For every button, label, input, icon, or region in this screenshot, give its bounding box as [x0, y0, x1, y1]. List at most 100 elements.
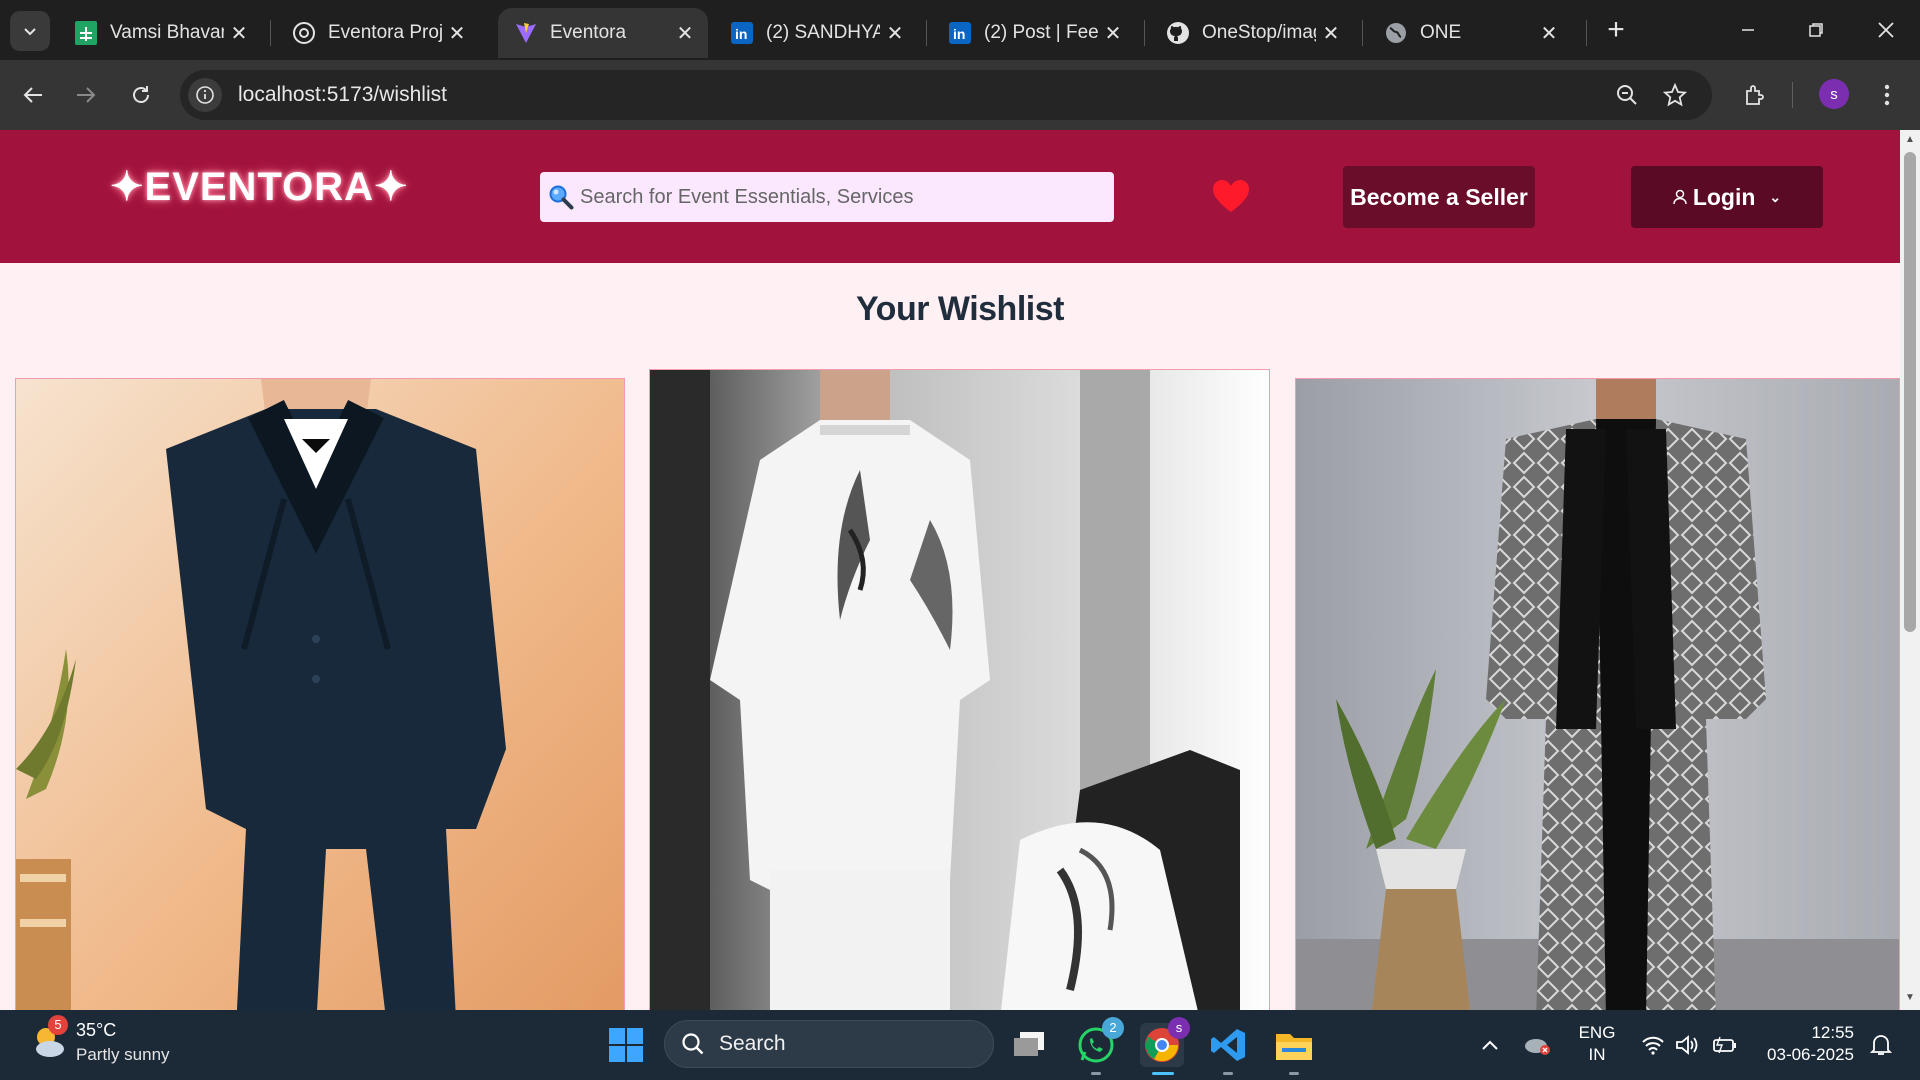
tab-post-feed[interactable]: in (2) Post | Feed ✕ — [932, 8, 1136, 58]
login-label: Login — [1692, 183, 1756, 210]
close-icon[interactable]: ✕ — [1534, 21, 1564, 46]
toolbar-divider — [1792, 82, 1793, 108]
forward-button[interactable] — [66, 75, 106, 115]
show-hidden-icons-button[interactable] — [1475, 1030, 1505, 1060]
product-image-jacket[interactable] — [1296, 379, 1900, 1010]
chevron-up-icon — [1482, 1040, 1498, 1050]
tab-strip: Vamsi Bhavani ✕ Eventora Project ✕ Event… — [0, 0, 1920, 60]
arrow-left-icon — [23, 87, 42, 103]
chevron-down-icon — [24, 28, 36, 36]
taskbar-search[interactable]: Search — [664, 1020, 994, 1068]
product-image-tuxedo[interactable] — [16, 379, 625, 1010]
site-header: ✦EVENTORA✦ Become a Seller Login ⌄ — [0, 130, 1900, 263]
wishlist-card[interactable] — [1295, 378, 1900, 1010]
weather-icon: 5 — [28, 1014, 72, 1065]
tab-search-button[interactable] — [10, 11, 50, 51]
close-window-button[interactable] — [1866, 10, 1906, 50]
chevron-down-icon: ⌄ — [1769, 188, 1782, 205]
back-button[interactable] — [13, 75, 53, 115]
tab-eventora-project[interactable]: Eventora Project ✕ — [276, 8, 480, 58]
file-explorer-app[interactable] — [1272, 1023, 1316, 1075]
close-icon[interactable]: ✕ — [670, 21, 700, 46]
weather-badge: 5 — [48, 1014, 68, 1035]
close-icon — [1878, 22, 1894, 38]
bookmark-star-icon[interactable] — [1658, 78, 1692, 112]
extensions-button[interactable] — [1735, 75, 1775, 115]
tab-divider — [1586, 20, 1587, 46]
tab-title: OneStop/image — [1202, 22, 1316, 43]
tab-divider — [926, 20, 927, 46]
running-indicator — [1223, 1072, 1233, 1075]
wishlist-heart-icon[interactable] — [1211, 178, 1251, 214]
close-icon[interactable]: ✕ — [442, 21, 472, 46]
running-indicator — [1289, 1072, 1299, 1075]
profile-badge: s — [1168, 1017, 1190, 1039]
scroll-down-icon[interactable]: ▼ — [1904, 992, 1916, 1004]
close-icon[interactable]: ✕ — [224, 21, 254, 46]
close-icon[interactable]: ✕ — [1098, 21, 1128, 46]
bell-icon — [1870, 1035, 1892, 1055]
tab-sandhya[interactable]: in (2) SANDHYA ✕ — [714, 8, 918, 58]
clock[interactable]: 12:55 03-06-2025 — [1754, 1022, 1854, 1066]
tab-eventora[interactable]: Eventora ✕ — [498, 8, 708, 58]
battery-icon[interactable] — [1710, 1030, 1740, 1060]
login-button[interactable]: Login ⌄ — [1631, 166, 1823, 228]
onedrive-status-icon[interactable] — [1522, 1030, 1552, 1060]
kebab-menu-icon — [1884, 84, 1890, 106]
wifi-icon[interactable] — [1638, 1030, 1668, 1060]
product-image-kurta[interactable] — [650, 370, 1270, 1010]
chrome-app[interactable]: s — [1140, 1017, 1190, 1075]
notification-badge: 2 — [1102, 1017, 1124, 1039]
restore-icon — [1809, 23, 1823, 37]
taskbar-search-label: Search — [719, 1032, 786, 1055]
tab-title: ONE — [1420, 22, 1462, 43]
vite-icon — [514, 21, 538, 45]
tab-onestop[interactable]: OneStop/image ✕ — [1150, 8, 1354, 58]
weather-condition: Partly sunny — [76, 1045, 170, 1064]
reload-button[interactable] — [121, 75, 161, 115]
address-bar[interactable]: localhost:5173/wishlist — [180, 70, 1712, 120]
user-icon — [1673, 189, 1687, 205]
site-search[interactable] — [540, 172, 1114, 222]
url-text[interactable]: localhost:5173/wishlist — [238, 83, 447, 107]
page-viewport: ✦EVENTORA✦ Become a Seller Login ⌄ Your … — [0, 130, 1920, 1010]
restore-button[interactable] — [1796, 10, 1836, 50]
start-button[interactable] — [604, 1023, 648, 1067]
task-view-icon — [1014, 1032, 1044, 1056]
search-input[interactable] — [580, 185, 1080, 209]
tab-one[interactable]: ONE ✕ — [1368, 8, 1572, 58]
language-indicator[interactable]: ENG IN — [1572, 1022, 1622, 1066]
svg-text:in: in — [953, 26, 965, 42]
page-scrollbar[interactable]: ▲ ▼ — [1900, 130, 1920, 1010]
become-seller-button[interactable]: Become a Seller — [1343, 166, 1535, 228]
active-indicator — [1152, 1072, 1174, 1075]
scroll-thumb[interactable] — [1904, 152, 1916, 632]
zoom-icon[interactable] — [1610, 78, 1644, 112]
scroll-up-icon[interactable]: ▲ — [1904, 134, 1916, 146]
menu-button[interactable] — [1867, 75, 1907, 115]
wishlist-card[interactable] — [15, 378, 625, 1010]
svg-text:in: in — [735, 26, 747, 42]
close-icon[interactable]: ✕ — [880, 21, 910, 46]
tab-title: (2) SANDHYA — [766, 22, 880, 43]
volume-icon[interactable] — [1672, 1030, 1702, 1060]
github-icon — [1166, 21, 1190, 45]
profile-avatar[interactable]: s — [1819, 79, 1849, 109]
chatgpt-icon — [292, 21, 316, 45]
vscode-icon — [1211, 1029, 1245, 1061]
wishlist-card[interactable] — [649, 369, 1270, 1010]
whatsapp-app[interactable]: 2 — [1074, 1017, 1124, 1075]
minimize-button[interactable] — [1728, 10, 1768, 50]
weather-widget[interactable]: 5 35°C Partly sunny — [28, 1014, 170, 1065]
new-tab-button[interactable]: + — [1598, 12, 1634, 48]
task-view-button[interactable] — [1008, 1023, 1052, 1067]
vscode-app[interactable] — [1206, 1023, 1250, 1075]
site-info-icon[interactable] — [188, 78, 222, 112]
close-icon[interactable]: ✕ — [1316, 21, 1346, 46]
tab-vamsi[interactable]: Vamsi Bhavani ✕ — [58, 8, 262, 58]
site-logo[interactable]: ✦EVENTORA✦ — [110, 164, 409, 210]
running-indicator — [1091, 1072, 1101, 1075]
weather-temp: 35°C — [76, 1020, 117, 1040]
notifications-button[interactable] — [1866, 1030, 1896, 1060]
language-top: ENG — [1578, 1023, 1616, 1042]
